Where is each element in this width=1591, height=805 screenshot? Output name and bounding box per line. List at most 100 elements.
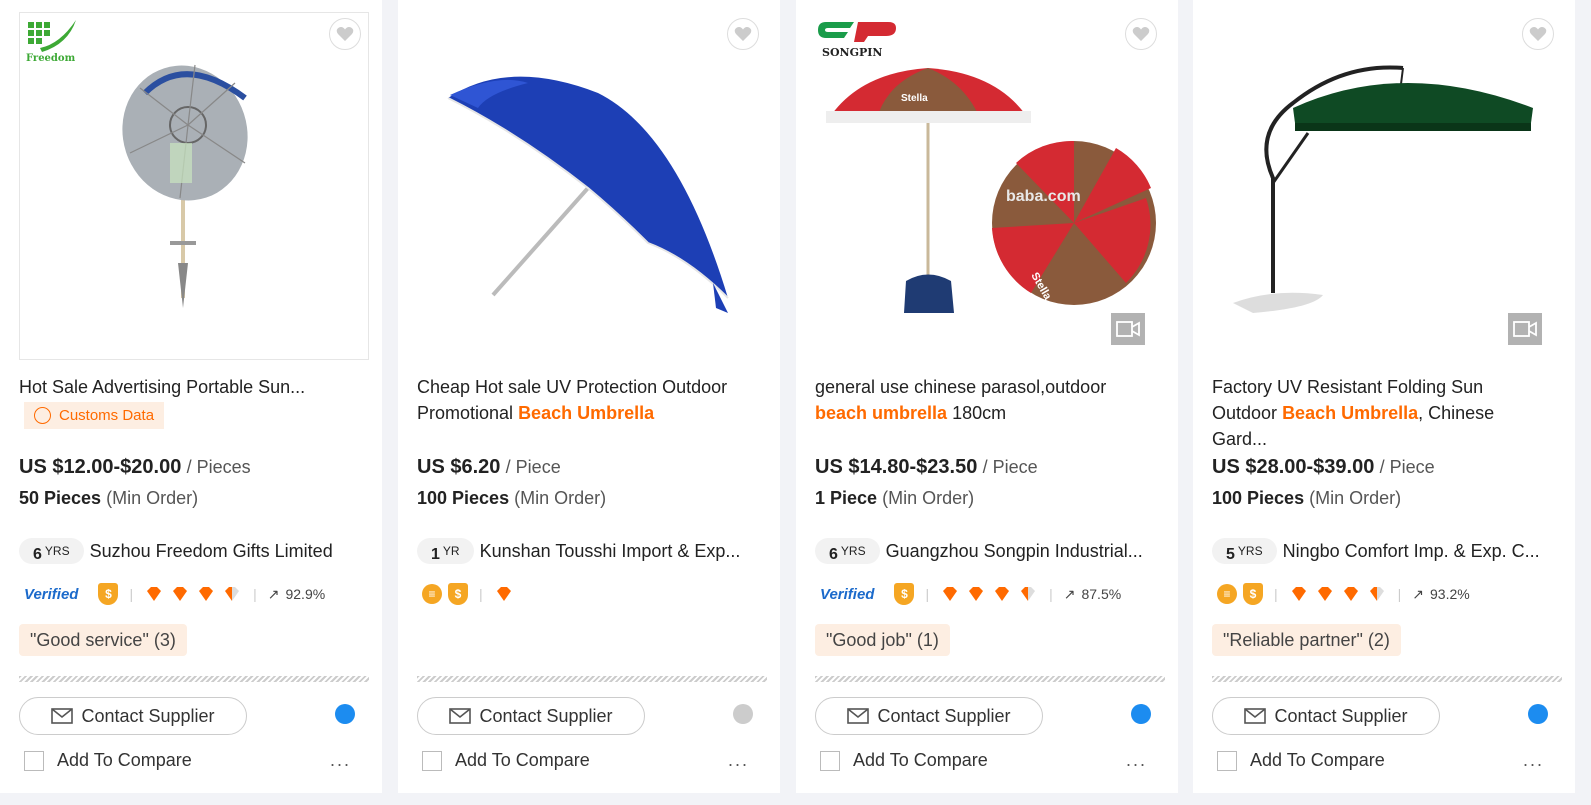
diamond-icon [1343, 587, 1358, 601]
svg-text:Stella: Stella [901, 93, 928, 104]
repeat-rate-icon: ↗ [267, 585, 280, 602]
compare-checkbox[interactable] [1217, 750, 1237, 771]
diamond-icon [199, 587, 214, 601]
supplier-name[interactable]: Ningbo Comfort Imp. & Exp. C... [1283, 541, 1540, 562]
brand-logo: SONGPIN [816, 14, 901, 64]
product-card[interactable]: Freedom Hot Sale Advertising Portable Su… [0, 0, 382, 793]
add-to-compare[interactable]: Add To Compare [1217, 750, 1385, 771]
supplier-row[interactable]: 1 YR Kunshan Tousshi Import & Exp... [417, 538, 740, 564]
chat-online-icon[interactable] [1528, 704, 1548, 724]
contact-supplier-button[interactable]: Contact Supplier [19, 697, 247, 735]
years-badge: 6 YRS [19, 538, 84, 564]
compare-checkbox[interactable] [24, 750, 44, 771]
compare-checkbox[interactable] [422, 750, 442, 771]
add-to-compare[interactable]: Add To Compare [422, 750, 590, 771]
half-diamond-icon [1369, 587, 1384, 601]
product-title[interactable]: Factory UV Resistant Folding Sun Outdoor… [1212, 374, 1552, 452]
diamond-icon [969, 587, 984, 601]
repeat-rate: 92.9% [285, 586, 326, 602]
product-image[interactable] [1212, 12, 1562, 360]
product-title[interactable]: Hot Sale Advertising Portable Sun... [19, 374, 359, 400]
svg-text:SONGPIN: SONGPIN [822, 46, 882, 59]
contact-supplier-button[interactable]: Contact Supplier [815, 697, 1043, 735]
product-card[interactable]: Cheap Hot sale UV Protection Outdoor Pro… [398, 0, 780, 793]
product-card[interactable]: Stella baba.com Stella SONGPIN general u… [796, 0, 1178, 793]
supplier-badges: ≡ $ | | ↗ 93.2% [1217, 581, 1470, 607]
contact-supplier-button[interactable]: Contact Supplier [417, 697, 645, 735]
envelope-icon [847, 708, 870, 724]
repeat-rate: 93.2% [1430, 586, 1470, 602]
envelope-icon [449, 708, 472, 724]
svg-text:Freedom: Freedom [26, 53, 76, 64]
svg-text:baba.com: baba.com [1006, 188, 1081, 205]
verified-badge[interactable]: Verified [24, 586, 78, 603]
divider [815, 676, 1165, 682]
half-diamond-icon [225, 587, 240, 601]
add-to-compare[interactable]: Add To Compare [820, 750, 988, 771]
min-order: 1 Piece (Min Order) [815, 488, 975, 508]
product-card[interactable]: Factory UV Resistant Folding Sun Outdoor… [1193, 0, 1575, 793]
video-icon[interactable] [1508, 313, 1542, 345]
chat-online-icon[interactable] [335, 704, 355, 724]
supplier-row[interactable]: 6 YRS Guangzhou Songpin Industrial... [815, 538, 1143, 564]
video-icon[interactable] [1111, 313, 1145, 345]
product-grid: Freedom Hot Sale Advertising Portable Su… [0, 0, 1591, 805]
customs-data-badge[interactable]: Customs Data [24, 402, 165, 429]
review-tag[interactable]: "Good service" (3) [19, 624, 187, 656]
favorite-heart-icon[interactable] [329, 18, 361, 50]
review-tag[interactable]: "Good job" (1) [815, 624, 950, 656]
trade-assurance-icon: ≡ [422, 584, 442, 604]
supplier-name[interactable]: Guangzhou Songpin Industrial... [886, 541, 1143, 562]
trade-assurance-icon: ≡ [1217, 584, 1237, 604]
diamond-icon [1317, 587, 1332, 601]
favorite-heart-icon[interactable] [727, 18, 759, 50]
chat-offline-icon[interactable] [733, 704, 753, 724]
product-title[interactable]: Cheap Hot sale UV Protection Outdoor Pro… [417, 374, 757, 426]
compare-checkbox[interactable] [820, 750, 840, 771]
diamond-icon [995, 587, 1010, 601]
favorite-heart-icon[interactable] [1125, 18, 1157, 50]
supplier-badges: ≡ $ | [422, 581, 514, 607]
diamond-icon [496, 587, 511, 601]
review-tag[interactable]: "Reliable partner" (2) [1212, 624, 1401, 656]
envelope-icon [51, 708, 74, 724]
price: US $12.00-$20.00 / Pieces [19, 456, 251, 478]
more-options-icon[interactable]: ... [1126, 750, 1147, 771]
more-options-icon[interactable]: ... [728, 750, 749, 771]
supplier-row[interactable]: 6 YRS Suzhou Freedom Gifts Limited [19, 538, 333, 564]
divider [417, 676, 767, 682]
supplier-name[interactable]: Kunshan Tousshi Import & Exp... [480, 541, 741, 562]
years-badge: 6 YRS [815, 538, 880, 564]
diamond-icon [1291, 587, 1306, 601]
contact-supplier-button[interactable]: Contact Supplier [1212, 697, 1440, 735]
min-order: 100 Pieces (Min Order) [1212, 488, 1402, 508]
repeat-rate-icon: ↗ [1063, 585, 1076, 602]
product-image[interactable] [417, 12, 767, 360]
favorite-heart-icon[interactable] [1522, 18, 1554, 50]
diamond-icon [173, 587, 188, 601]
envelope-icon [1244, 708, 1267, 724]
chart-circle-icon [34, 407, 51, 424]
diamond-icon [147, 587, 162, 601]
min-order: 50 Pieces (Min Order) [19, 488, 199, 508]
repeat-rate: 87.5% [1081, 586, 1122, 602]
customs-label: Customs Data [59, 407, 155, 424]
diamond-icon [943, 587, 958, 601]
supplier-badges: Verified $ | | ↗ 87.5% [820, 581, 1121, 607]
chat-online-icon[interactable] [1131, 704, 1151, 724]
more-options-icon[interactable]: ... [1523, 750, 1544, 771]
supplier-row[interactable]: 5 YRS Ningbo Comfort Imp. & Exp. C... [1212, 538, 1540, 564]
supplier-name[interactable]: Suzhou Freedom Gifts Limited [90, 541, 333, 562]
price: US $14.80-$23.50 / Piece [815, 456, 1038, 478]
brand-logo: Freedom [20, 14, 80, 69]
verified-badge[interactable]: Verified [820, 586, 874, 603]
gold-supplier-icon: $ [1243, 583, 1263, 605]
product-image[interactable]: Stella baba.com Stella [815, 12, 1165, 360]
add-to-compare[interactable]: Add To Compare [24, 750, 192, 771]
more-options-icon[interactable]: ... [330, 750, 351, 771]
product-title[interactable]: general use chinese parasol,outdoor beac… [815, 374, 1155, 426]
price: US $28.00-$39.00 / Piece [1212, 456, 1435, 478]
repeat-rate-icon: ↗ [1412, 585, 1425, 602]
years-badge: 1 YR [417, 538, 474, 564]
supplier-badges: Verified $ | | ↗ 92.9% [24, 581, 325, 607]
